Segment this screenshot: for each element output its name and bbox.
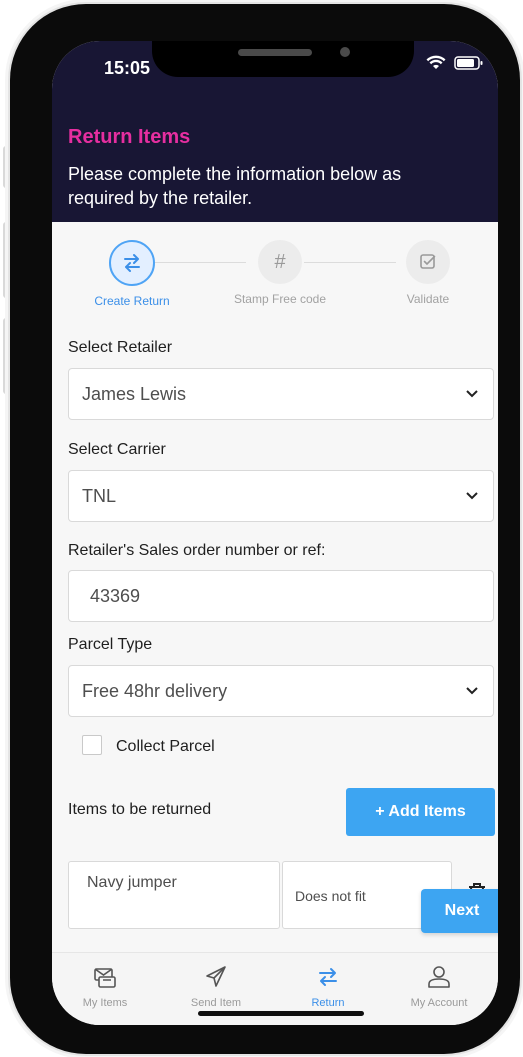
add-items-button[interactable]: + Add Items <box>346 788 495 836</box>
step-stamp-free-code[interactable]: # Stamp Free code <box>210 240 350 306</box>
retailer-value: James Lewis <box>82 383 187 404</box>
tab-my-items[interactable]: My Items <box>55 961 155 1009</box>
collect-parcel-checkbox[interactable] <box>82 735 102 755</box>
notch <box>152 41 414 77</box>
tab-bar: My Items Send Item Return My Account <box>52 952 498 1025</box>
chevron-down-icon <box>466 492 478 500</box>
volume-down-button <box>3 318 10 394</box>
return-icon <box>278 961 378 993</box>
swap-icon <box>109 240 155 286</box>
speaker <box>238 49 312 56</box>
items-icon <box>55 961 155 993</box>
tab-send-item[interactable]: Send Item <box>166 961 266 1009</box>
step-label: Validate <box>406 292 450 306</box>
battery-icon <box>454 56 483 70</box>
tab-label: My Account <box>410 997 468 1009</box>
carrier-select[interactable]: TNL <box>68 470 494 522</box>
status-time: 15:05 <box>104 58 151 78</box>
app-screen: 15:05 Return Items Please complete the i… <box>52 41 498 1025</box>
hash-icon: # <box>258 240 302 284</box>
chevron-down-icon <box>466 390 478 398</box>
status-icons <box>426 55 484 71</box>
phone-frame: 15:05 Return Items Please complete the i… <box>10 4 520 1054</box>
home-indicator <box>198 1011 364 1016</box>
parcel-type-value: Free 48hr delivery <box>82 680 228 701</box>
checkbox-check-icon <box>406 240 450 284</box>
next-button[interactable]: Next <box>421 889 498 933</box>
collect-parcel-label: Collect Parcel <box>116 738 215 755</box>
volume-up-button <box>3 222 10 298</box>
step-label: Stamp Free code <box>233 292 327 306</box>
retailer-select[interactable]: James Lewis <box>68 368 494 420</box>
items-label: Items to be returned <box>68 801 212 818</box>
step-create-return[interactable]: Create Return <box>62 240 202 308</box>
tab-label: Return <box>311 997 345 1009</box>
paper-plane-icon <box>166 961 266 993</box>
order-ref-label: Retailer's Sales order number or ref: <box>68 542 326 559</box>
parcel-type-label: Parcel Type <box>68 636 153 653</box>
user-icon <box>389 961 489 993</box>
order-ref-value: 43369 <box>90 585 141 606</box>
retailer-label: Select Retailer <box>68 339 173 356</box>
page-title: Return Items <box>68 126 191 148</box>
carrier-label: Select Carrier <box>68 441 166 458</box>
step-validate[interactable]: Validate <box>358 240 498 306</box>
parcel-type-select[interactable]: Free 48hr delivery <box>68 665 494 717</box>
tab-my-account[interactable]: My Account <box>389 961 489 1009</box>
tab-label: Send Item <box>190 997 242 1009</box>
progress-stepper: Create Return # Stamp Free code Validate <box>52 222 498 312</box>
silent-switch <box>3 146 10 188</box>
camera <box>340 47 350 57</box>
page-subtitle: Please complete the information below as… <box>68 164 402 208</box>
tab-label: My Items <box>82 997 128 1009</box>
step-label: Create Return <box>94 294 170 308</box>
order-ref-input[interactable]: 43369 <box>68 570 494 622</box>
wifi-icon <box>426 55 446 69</box>
carrier-value: TNL <box>82 485 117 506</box>
tab-return[interactable]: Return <box>278 961 378 1009</box>
item-name-input[interactable]: Navy jumper <box>68 861 280 929</box>
chevron-down-icon <box>466 687 478 695</box>
